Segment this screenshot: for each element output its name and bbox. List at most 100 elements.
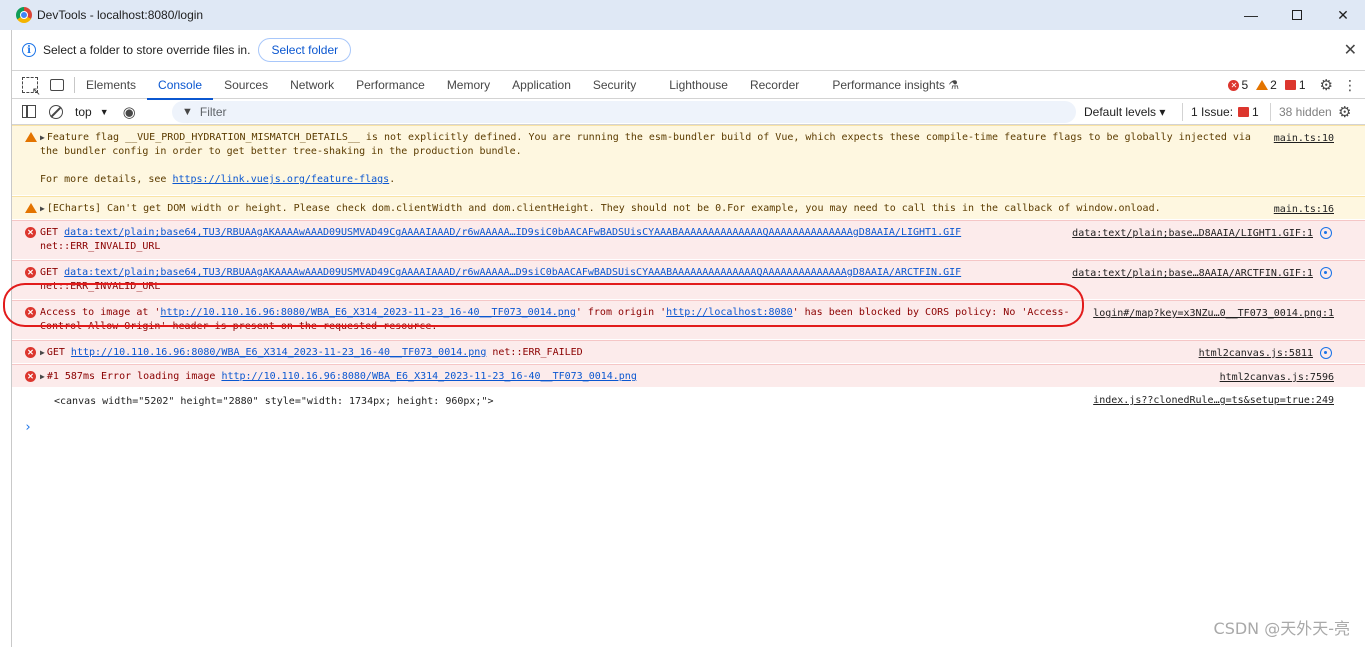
expand-triangle-icon[interactable]: ▶ (40, 372, 45, 381)
message-text: For more details, see (40, 174, 173, 185)
settings-gear-icon[interactable]: ⚙ (1320, 76, 1333, 94)
error-icon: ✕ (25, 267, 36, 278)
expand-triangle-icon[interactable]: ▶ (40, 348, 45, 357)
issues-count: 1 (1252, 104, 1259, 119)
console-message-error: ✕ GET data:text/plain;base64,TU3/RBUAAgA… (12, 260, 1365, 300)
info-icon: i (22, 43, 36, 57)
error-count-value: 5 (1241, 78, 1249, 92)
filter-input[interactable]: ▼ Filter (172, 100, 1076, 123)
tab-network[interactable]: Network (279, 71, 345, 99)
issue-icon (1238, 106, 1250, 117)
filter-placeholder: Filter (199, 104, 227, 119)
console-message-error: ✕ ▶ GET http://10.110.16.96:8080/WBA_E6_X… (12, 340, 1365, 364)
chevron-down-icon: ▼ (99, 106, 109, 117)
console-message-warning: ▶ [ECharts] Can't get DOM width or height… (12, 196, 1365, 220)
console-toolbar: top ▼ ◉ ▼ Filter Default levels ▾ 1 Issu… (12, 99, 1365, 125)
console-message-log: <canvas width="5202" height="2880" style… (12, 388, 1365, 413)
console-message-error: ✕ GET data:text/plain;base64,TU3/RBUAAgA… (12, 220, 1365, 260)
message-link[interactable]: http://10.110.16.96:8080/WBA_E6_X314_202… (71, 347, 486, 358)
close-window-button[interactable]: ✕ (1320, 0, 1365, 30)
inspect-element-icon[interactable] (22, 76, 41, 98)
message-line: Control-Allow-Origin' header is present … (40, 321, 438, 332)
minimize-button[interactable]: — (1228, 0, 1274, 30)
console-settings-gear-icon[interactable]: ⚙ (1338, 103, 1351, 121)
show-sidebar-icon[interactable] (22, 105, 36, 118)
warning-count-value: 2 (1270, 78, 1277, 92)
issue-count[interactable]: 1 (1284, 78, 1306, 92)
warning-icon (25, 132, 37, 142)
error-icon: ✕ (1228, 79, 1240, 91)
warning-count[interactable]: 2 (1256, 78, 1277, 92)
console-message-error: ✕ ▶ #1 587ms Error loading image http://1… (12, 364, 1365, 388)
maximize-button[interactable] (1274, 0, 1320, 30)
message-line: ▶ #1 587ms Error loading image http://10.… (40, 370, 1265, 384)
chrome-logo-icon (16, 7, 32, 23)
tab-security[interactable]: Security (582, 71, 658, 99)
live-expression-eye-icon[interactable]: ◉ (123, 103, 136, 121)
message-link[interactable]: data:text/plain;base64,TU3/RBUAAgAKAAAAw… (64, 227, 961, 238)
window-titlebar: DevTools - localhost:8080/login — ✕ (0, 0, 1365, 30)
message-line: ▶ [ECharts] Can't get DOM width or height… (40, 202, 1265, 216)
message-text: [ECharts] Can't get DOM width or height.… (46, 203, 1161, 214)
error-icon: ✕ (25, 371, 36, 382)
message-link[interactable]: https://link.vuejs.org/feature-flags (172, 174, 389, 185)
message-line: the bundler config in order to get bette… (40, 146, 522, 157)
close-infobar-icon[interactable]: ✕ (1344, 40, 1357, 60)
message-link[interactable]: http://10.110.16.96:8080/WBA_E6_X314_202… (221, 371, 636, 382)
log-levels-dropdown[interactable]: Default levels ▾ (1084, 105, 1165, 119)
expand-triangle-icon[interactable]: ▶ (40, 204, 45, 213)
source-link[interactable]: html2canvas.js:7596 (1220, 371, 1334, 385)
source-link[interactable]: main.ts:16 (1274, 203, 1334, 217)
issue-count-value: 1 (1298, 78, 1306, 92)
status-counters[interactable]: ✕ 5 2 1 ⚙ ⋮ (1220, 71, 1365, 99)
override-infobar: i Select a folder to store override file… (12, 30, 1365, 71)
tab-sources[interactable]: Sources (213, 71, 279, 99)
tab-elements[interactable]: Elements (75, 71, 147, 99)
console-prompt[interactable]: › (12, 413, 1365, 435)
source-link[interactable]: main.ts:10 (1274, 132, 1334, 146)
error-icon: ✕ (25, 307, 36, 318)
message-text: GET (46, 347, 71, 358)
error-count[interactable]: ✕ 5 (1228, 78, 1248, 92)
message-text: GET (40, 227, 65, 238)
tab-memory[interactable]: Memory (436, 71, 501, 99)
message-text: Access to image at ' (40, 307, 161, 318)
message-link[interactable]: http://10.110.16.96:8080/WBA_E6_X314_202… (160, 307, 575, 318)
network-request-icon[interactable] (1320, 267, 1332, 279)
source-link[interactable]: html2canvas.js:5811 (1199, 347, 1313, 361)
message-line: net::ERR_INVALID_URL (40, 281, 161, 292)
context-selector[interactable]: top ▼ (75, 105, 109, 119)
tab-performance-insights[interactable]: Performance insights ⚗ (821, 71, 970, 99)
watermark: CSDN @天外天-亮 (1213, 619, 1350, 638)
message-link[interactable]: data:text/plain;base64,TU3/RBUAAgAKAAAAw… (64, 267, 961, 278)
source-link[interactable]: login#/map?key=x3NZu…0__TF073_0014.png:1 (1093, 307, 1334, 321)
source-link[interactable]: data:text/plain;base…8AAIA/ARCTFIN.GIF:1 (1072, 267, 1313, 281)
more-options-icon[interactable]: ⋮ (1343, 77, 1357, 94)
console-output: ▶ Feature flag __VUE_PROD_HYDRATION_MISMA… (12, 125, 1365, 435)
infobar-message: Select a folder to store override files … (43, 43, 251, 57)
message-text: ' from origin ' (575, 307, 667, 318)
source-link[interactable]: index.js??clonedRule…g=ts&setup=true:249 (1093, 394, 1334, 408)
issues-button[interactable]: 1 Issue: 1 (1182, 102, 1259, 121)
filter-icon: ▼ (182, 105, 193, 118)
message-line[interactable]: <canvas width="5202" height="2880" style… (54, 395, 1265, 409)
message-link[interactable]: http://localhost:8080 (666, 307, 792, 318)
expand-triangle-icon[interactable]: ▶ (40, 133, 45, 142)
tab-recorder[interactable]: Recorder (739, 71, 821, 99)
source-link[interactable]: data:text/plain;base…D8AAIA/LIGHT1.GIF:1 (1072, 227, 1313, 241)
warning-icon (25, 203, 37, 213)
message-line: For more details, see https://link.vuejs… (40, 173, 1265, 187)
network-request-icon[interactable] (1320, 347, 1332, 359)
select-folder-button[interactable]: Select folder (258, 38, 352, 62)
tab-application[interactable]: Application (501, 71, 582, 99)
issues-label: 1 Issue: (1191, 104, 1234, 119)
network-request-icon[interactable] (1320, 227, 1332, 239)
clear-console-icon[interactable] (49, 104, 63, 119)
device-toolbar-icon[interactable] (50, 78, 64, 91)
context-value: top (75, 104, 92, 119)
error-icon: ✕ (25, 347, 36, 358)
message-line: ▶ Feature flag __VUE_PROD_HYDRATION_MISMA… (40, 131, 1265, 145)
tab-performance[interactable]: Performance (345, 71, 436, 99)
tab-console[interactable]: Console (147, 71, 214, 100)
tab-lighthouse[interactable]: Lighthouse (658, 71, 739, 99)
